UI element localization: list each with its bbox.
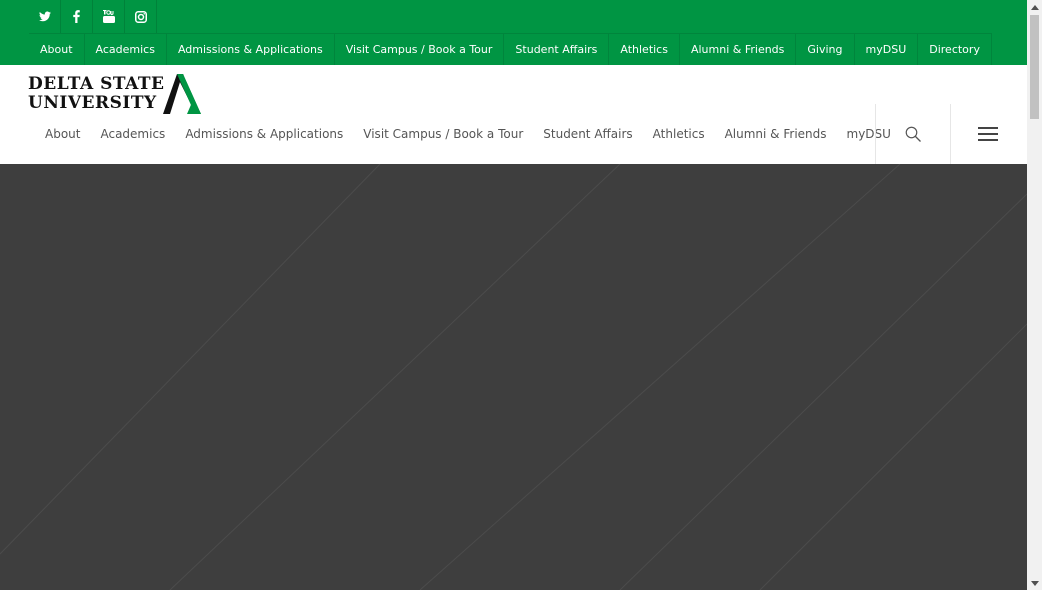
utility-bar: About Academics Admissions & Applications V… bbox=[0, 0, 1027, 65]
vertical-scrollbar[interactable] bbox=[1027, 0, 1042, 590]
page: About Academics Admissions & Applications V… bbox=[0, 0, 1027, 590]
main-nav-item[interactable]: Alumni & Friends bbox=[715, 127, 837, 141]
utility-nav-item[interactable]: Academics bbox=[85, 34, 167, 65]
utility-nav-item[interactable]: Alumni & Friends bbox=[680, 34, 797, 65]
scroll-down-arrow-icon[interactable] bbox=[1027, 576, 1042, 590]
twitter-icon[interactable] bbox=[29, 0, 61, 33]
site-header: DELTA STATE UNIVERSITY About Academics Adm… bbox=[0, 65, 1027, 164]
logo-line-1: DELTA STATE bbox=[28, 74, 165, 94]
main-nav-item[interactable]: Student Affairs bbox=[533, 127, 642, 141]
hero-banner bbox=[0, 164, 1027, 590]
utility-nav-item[interactable]: Visit Campus / Book a Tour bbox=[335, 34, 505, 65]
scrollbar-thumb[interactable] bbox=[1030, 15, 1039, 119]
menu-button[interactable] bbox=[950, 104, 1025, 164]
social-links bbox=[29, 0, 157, 33]
utility-nav-item[interactable]: Admissions & Applications bbox=[167, 34, 335, 65]
utility-nav-item[interactable]: About bbox=[29, 34, 85, 65]
utility-nav-item[interactable]: Athletics bbox=[609, 34, 680, 65]
facebook-icon[interactable] bbox=[61, 0, 93, 33]
main-nav: About Academics Admissions & Applications V… bbox=[35, 104, 901, 164]
main-nav-item[interactable]: Academics bbox=[90, 127, 175, 141]
hamburger-menu-icon bbox=[978, 127, 998, 141]
main-nav-item[interactable]: Visit Campus / Book a Tour bbox=[353, 127, 533, 141]
scroll-up-arrow-icon[interactable] bbox=[1027, 0, 1042, 14]
utility-nav-item[interactable]: Student Affairs bbox=[504, 34, 610, 65]
utility-nav-item[interactable]: myDSU bbox=[855, 34, 919, 65]
main-nav-item[interactable]: About bbox=[35, 127, 90, 141]
utility-nav: About Academics Admissions & Applications V… bbox=[29, 33, 992, 66]
instagram-icon[interactable] bbox=[125, 0, 157, 33]
utility-nav-item[interactable]: Directory bbox=[918, 34, 992, 65]
search-button[interactable] bbox=[875, 104, 950, 164]
hero-diagonal-lines bbox=[0, 164, 1027, 590]
main-nav-item[interactable]: Admissions & Applications bbox=[175, 127, 353, 141]
utility-nav-item[interactable]: Giving bbox=[796, 34, 855, 65]
youtube-icon[interactable] bbox=[93, 0, 125, 33]
main-nav-item[interactable]: Athletics bbox=[643, 127, 715, 141]
search-icon bbox=[905, 126, 921, 142]
